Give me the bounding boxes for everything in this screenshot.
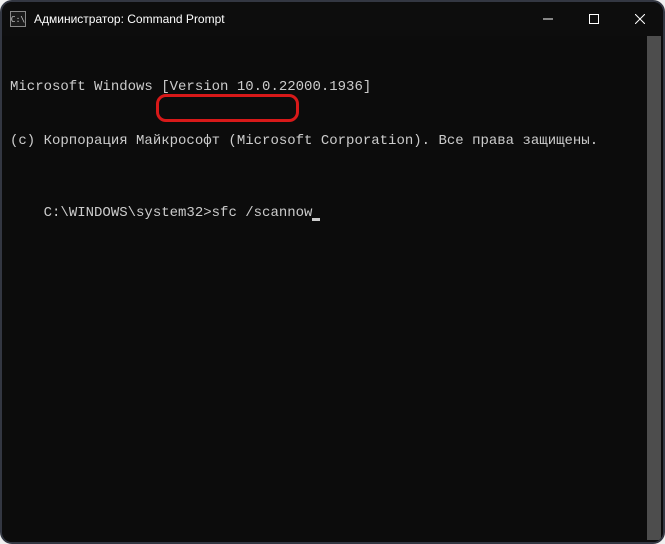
output-line-1: Microsoft Windows [Version 10.0.22000.19…	[10, 78, 655, 96]
vertical-scrollbar[interactable]	[647, 36, 661, 540]
scrollbar-thumb[interactable]	[647, 36, 661, 540]
cmd-icon-text: C:\	[11, 15, 25, 24]
output-line-2: (c) Корпорация Майкрософт (Microsoft Cor…	[10, 132, 655, 150]
minimize-icon	[543, 14, 553, 24]
cmd-icon: C:\	[10, 11, 26, 27]
window-controls	[525, 2, 663, 36]
titlebar[interactable]: C:\ Администратор: Command Prompt	[2, 2, 663, 36]
close-button[interactable]	[617, 2, 663, 36]
typed-command: sfc /scannow	[212, 205, 313, 221]
window-title: Администратор: Command Prompt	[34, 12, 225, 26]
prompt: C:\WINDOWS\system32>	[44, 205, 212, 221]
titlebar-left: C:\ Администратор: Command Prompt	[10, 11, 225, 27]
terminal-area[interactable]: Microsoft Windows [Version 10.0.22000.19…	[2, 36, 663, 542]
maximize-button[interactable]	[571, 2, 617, 36]
command-prompt-window: C:\ Администратор: Command Prompt Micros…	[0, 0, 665, 544]
close-icon	[635, 14, 645, 24]
minimize-button[interactable]	[525, 2, 571, 36]
maximize-icon	[589, 14, 599, 24]
text-cursor	[312, 218, 320, 221]
